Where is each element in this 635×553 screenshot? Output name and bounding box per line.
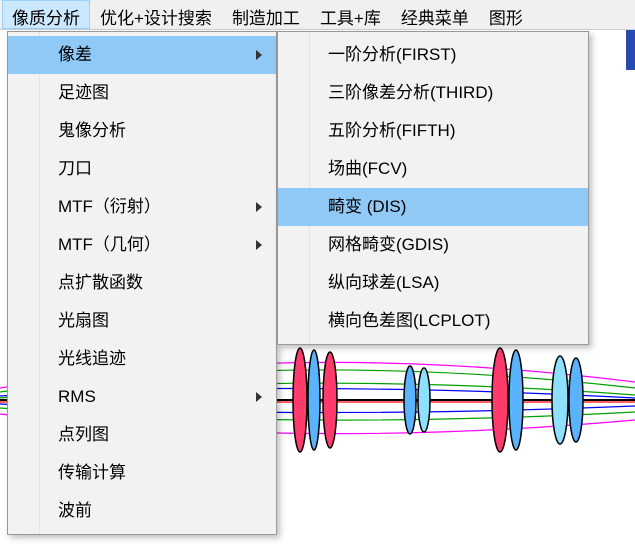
- chevron-right-icon: [256, 392, 262, 402]
- menu-item-label: 网格畸变(GDIS): [328, 235, 449, 254]
- menu-item-label: 五阶分析(FIFTH): [328, 121, 455, 140]
- menu-tools[interactable]: 工具+库: [310, 0, 391, 29]
- menu-item-label: 光扇图: [58, 311, 109, 330]
- menu-item-label: MTF（几何）: [58, 235, 161, 254]
- menu-item-label: 光线追迹: [58, 349, 126, 368]
- menu-item-label: 鬼像分析: [58, 121, 126, 140]
- menu-label: 工具+库: [320, 9, 381, 28]
- submenu-item-fcv[interactable]: 场曲(FCV): [278, 150, 588, 188]
- menu-label: 像质分析: [12, 9, 80, 28]
- menu-image-quality[interactable]: 像质分析: [2, 0, 90, 29]
- menu-item-ray-trace[interactable]: 光线追迹: [8, 340, 276, 378]
- menu-graphics[interactable]: 图形: [479, 0, 533, 29]
- menu-optimize[interactable]: 优化+设计搜索: [90, 0, 222, 29]
- menu-item-knife-edge[interactable]: 刀口: [8, 150, 276, 188]
- menu-item-mtf-geometric[interactable]: MTF（几何）: [8, 226, 276, 264]
- menu-item-label: 传输计算: [58, 463, 126, 482]
- menu-item-label: 足迹图: [58, 83, 109, 102]
- menu-item-label: 场曲(FCV): [328, 159, 407, 178]
- menu-item-spot[interactable]: 点列图: [8, 416, 276, 454]
- menu-item-rms[interactable]: RMS: [8, 378, 276, 416]
- menu-item-label: 点扩散函数: [58, 273, 143, 292]
- menu-classic[interactable]: 经典菜单: [391, 0, 479, 29]
- submenu-item-lcplot[interactable]: 横向色差图(LCPLOT): [278, 302, 588, 340]
- menu-item-footprint[interactable]: 足迹图: [8, 74, 276, 112]
- menu-label: 制造加工: [232, 9, 300, 28]
- menu-item-label: MTF（衍射）: [58, 197, 161, 216]
- menu-item-label: 纵向球差(LSA): [328, 273, 439, 292]
- menu-label: 图形: [489, 9, 523, 28]
- menu-item-transmission[interactable]: 传输计算: [8, 454, 276, 492]
- submenu-item-gdis[interactable]: 网格畸变(GDIS): [278, 226, 588, 264]
- menu-item-label: 点列图: [58, 425, 109, 444]
- menu-item-ghost[interactable]: 鬼像分析: [8, 112, 276, 150]
- menu-item-label: RMS: [58, 387, 96, 406]
- menu-item-label: 一阶分析(FIRST): [328, 45, 456, 64]
- dropdown-image-quality: 像差 足迹图 鬼像分析 刀口 MTF（衍射） MTF（几何） 点扩散函数 光扇图…: [7, 31, 277, 535]
- menu-item-label: 像差: [58, 45, 92, 64]
- menu-label: 优化+设计搜索: [100, 9, 212, 28]
- submenu-item-fifth[interactable]: 五阶分析(FIFTH): [278, 112, 588, 150]
- dropdown-aberration-submenu: 一阶分析(FIRST) 三阶像差分析(THIRD) 五阶分析(FIFTH) 场曲…: [277, 31, 589, 345]
- menu-item-label: 横向色差图(LCPLOT): [328, 311, 490, 330]
- submenu-item-first[interactable]: 一阶分析(FIRST): [278, 36, 588, 74]
- menu-item-mtf-diffraction[interactable]: MTF（衍射）: [8, 188, 276, 226]
- submenu-item-third[interactable]: 三阶像差分析(THIRD): [278, 74, 588, 112]
- menu-label: 经典菜单: [401, 9, 469, 28]
- menu-item-fan[interactable]: 光扇图: [8, 302, 276, 340]
- chevron-right-icon: [256, 240, 262, 250]
- menu-item-label: 三阶像差分析(THIRD): [328, 83, 493, 102]
- submenu-item-lsa[interactable]: 纵向球差(LSA): [278, 264, 588, 302]
- menu-item-aberration[interactable]: 像差: [8, 36, 276, 74]
- menu-item-label: 畸变 (DIS): [328, 197, 406, 216]
- menu-item-label: 刀口: [58, 159, 92, 178]
- chevron-right-icon: [256, 50, 262, 60]
- menu-manufacture[interactable]: 制造加工: [222, 0, 310, 29]
- menu-item-psf[interactable]: 点扩散函数: [8, 264, 276, 302]
- menu-item-wavefront[interactable]: 波前: [8, 492, 276, 530]
- menu-item-label: 波前: [58, 501, 92, 520]
- menubar: 像质分析 优化+设计搜索 制造加工 工具+库 经典菜单 图形: [0, 0, 635, 30]
- chevron-right-icon: [256, 202, 262, 212]
- submenu-item-dis[interactable]: 畸变 (DIS): [278, 188, 588, 226]
